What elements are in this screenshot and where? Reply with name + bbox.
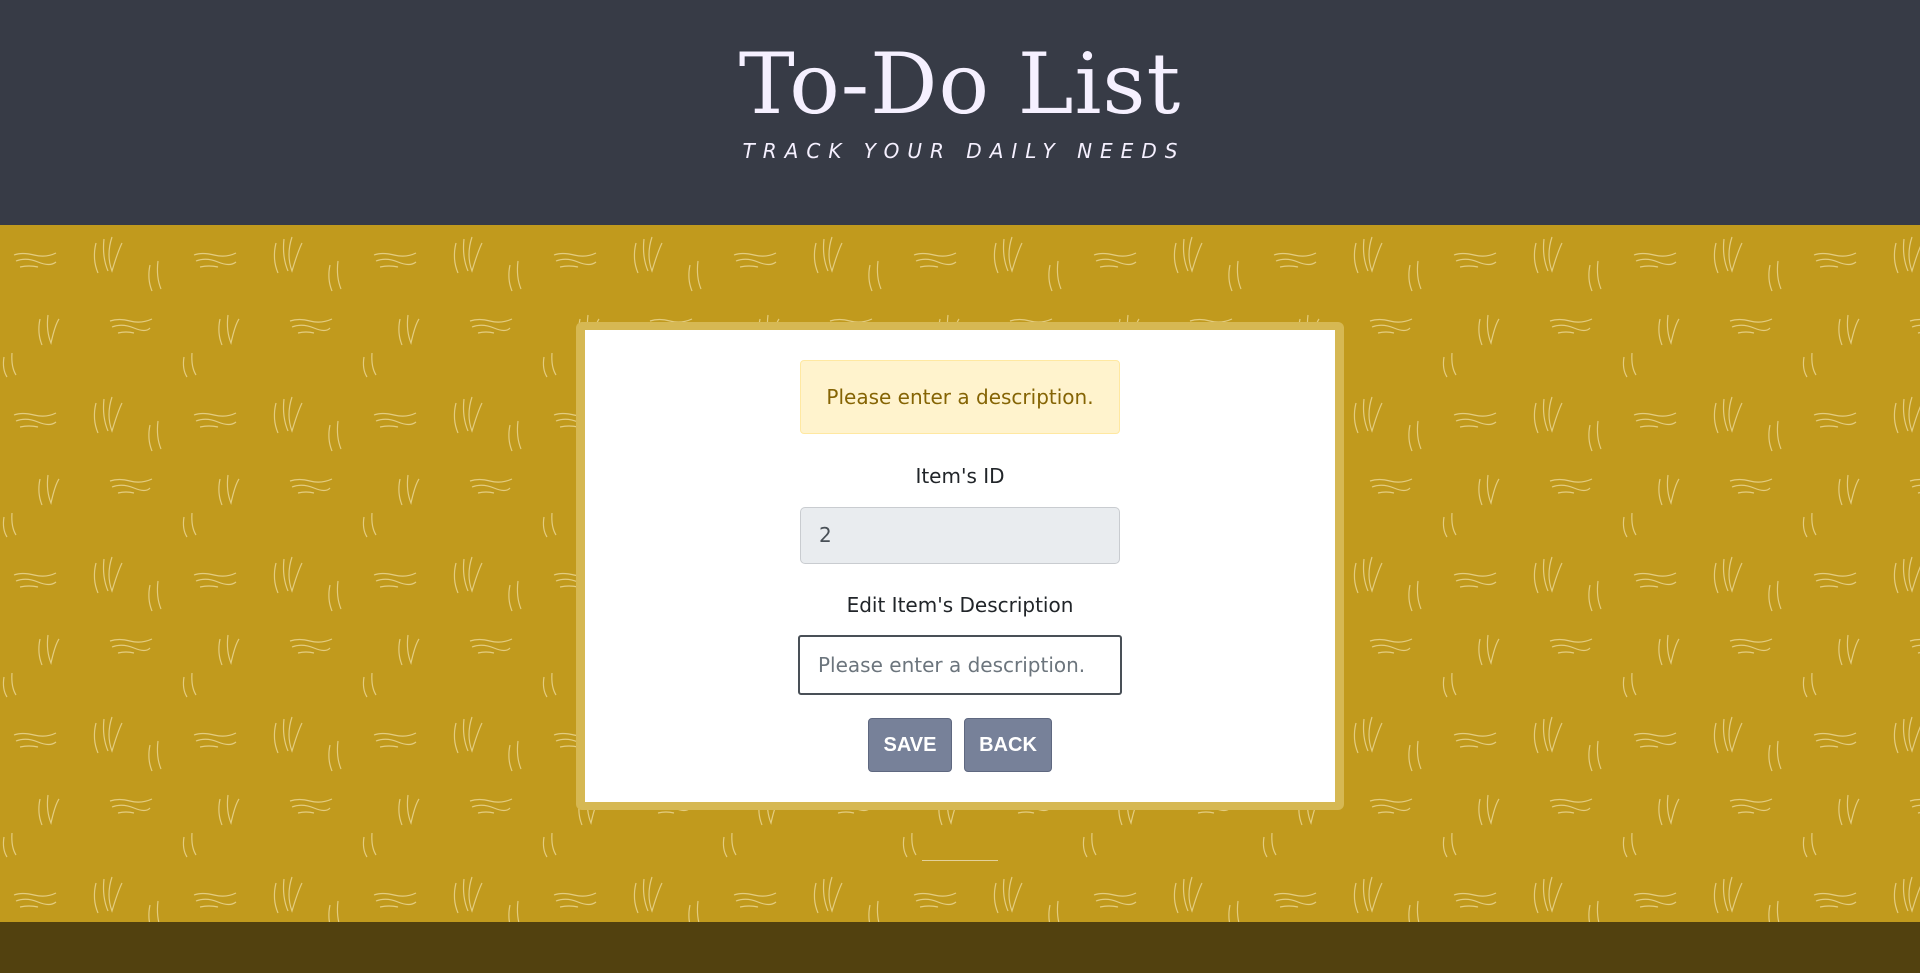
back-button[interactable]: BACK bbox=[964, 718, 1052, 772]
validation-alert: Please enter a description. bbox=[800, 360, 1120, 434]
site-subtitle: TRACK YOUR DAILY NEEDS bbox=[742, 139, 1186, 163]
item-id-label: Item's ID bbox=[915, 464, 1005, 488]
item-id-field: 2 bbox=[800, 507, 1120, 564]
description-label: Edit Item's Description bbox=[846, 593, 1074, 617]
site-header: To-Do List TRACK YOUR DAILY NEEDS bbox=[0, 0, 1920, 225]
site-title: To-Do List bbox=[738, 35, 1182, 133]
description-input[interactable] bbox=[798, 635, 1122, 695]
save-button[interactable]: SAVE bbox=[868, 718, 952, 772]
site-footer bbox=[0, 922, 1920, 973]
divider bbox=[922, 860, 998, 861]
